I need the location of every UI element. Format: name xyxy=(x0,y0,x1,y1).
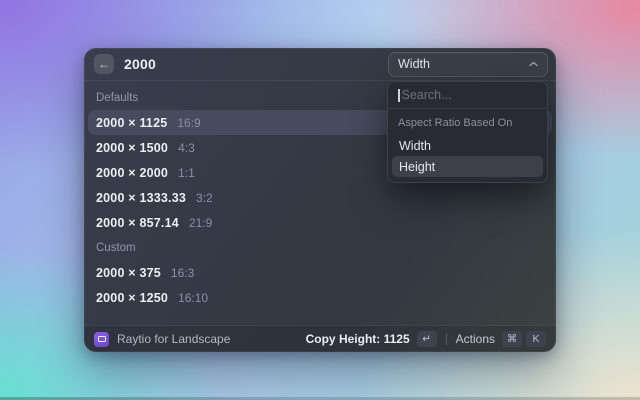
item-dimensions: 2000 × 375 xyxy=(96,266,161,280)
footer-actions: Copy Height: 1125 ↵ Actions ⌘K xyxy=(306,331,546,347)
item-ratio: 16:3 xyxy=(171,266,194,280)
dropdown-options: WidthHeight xyxy=(388,132,547,182)
page-title: 2000 xyxy=(124,56,156,72)
item-dimensions: 2000 × 1333.33 xyxy=(96,191,186,205)
window-header: ← 2000 Width xyxy=(84,48,556,81)
footer-divider xyxy=(446,333,447,345)
aspect-dropdown-menu: Search... Aspect Ratio Based On WidthHei… xyxy=(387,81,548,183)
item-ratio: 21:9 xyxy=(189,216,212,230)
section-header: Custom xyxy=(88,235,552,260)
dropdown-search-input[interactable]: Search... xyxy=(388,82,547,108)
key-badge: K xyxy=(526,331,546,347)
list-item[interactable]: 2000 × 857.14 21:9 xyxy=(88,210,552,235)
item-dimensions: 2000 × 857.14 xyxy=(96,216,179,230)
list-item[interactable]: 2000 × 1250 16:10 xyxy=(88,285,552,310)
desktop-background: ← 2000 Width Defaults2000 × 112516:92000… xyxy=(0,0,640,400)
enter-key-badge: ↵ xyxy=(417,331,437,347)
search-placeholder: Search... xyxy=(402,88,452,102)
actions-button[interactable]: Actions xyxy=(456,332,495,346)
actions-key-badges: ⌘K xyxy=(498,331,546,347)
item-ratio: 16:10 xyxy=(178,291,208,305)
list-item[interactable]: 2000 × 375 16:3 xyxy=(88,260,552,285)
dropdown-section-label: Aspect Ratio Based On xyxy=(388,109,547,132)
primary-action-label[interactable]: Copy Height: 1125 xyxy=(306,332,410,346)
dropdown-option-height[interactable]: Height xyxy=(392,156,543,177)
list-item[interactable]: 2000 × 1333.33 3:2 xyxy=(88,185,552,210)
app-identity: Raytio for Landscape xyxy=(94,332,230,347)
item-ratio: 16:9 xyxy=(177,116,200,130)
chevron-up-icon xyxy=(529,61,538,67)
footer-bar: Raytio for Landscape Copy Height: 1125 ↵… xyxy=(84,325,556,352)
dropdown-option-width[interactable]: Width xyxy=(392,135,543,156)
text-cursor xyxy=(398,89,400,102)
item-dimensions: 2000 × 1250 xyxy=(96,291,168,305)
item-ratio: 4:3 xyxy=(178,141,195,155)
back-button[interactable]: ← xyxy=(94,54,114,74)
raytio-app-icon xyxy=(94,332,109,347)
item-ratio: 3:2 xyxy=(196,191,213,205)
app-name: Raytio for Landscape xyxy=(117,332,230,346)
select-value: Width xyxy=(398,57,430,71)
key-badge: ⌘ xyxy=(502,331,522,347)
item-ratio: 1:1 xyxy=(178,166,195,180)
item-dimensions: 2000 × 2000 xyxy=(96,166,168,180)
item-dimensions: 2000 × 1125 xyxy=(96,116,167,130)
item-dimensions: 2000 × 1500 xyxy=(96,141,168,155)
aspect-based-on-select[interactable]: Width xyxy=(388,52,548,77)
raytio-window: ← 2000 Width Defaults2000 × 112516:92000… xyxy=(84,48,556,352)
